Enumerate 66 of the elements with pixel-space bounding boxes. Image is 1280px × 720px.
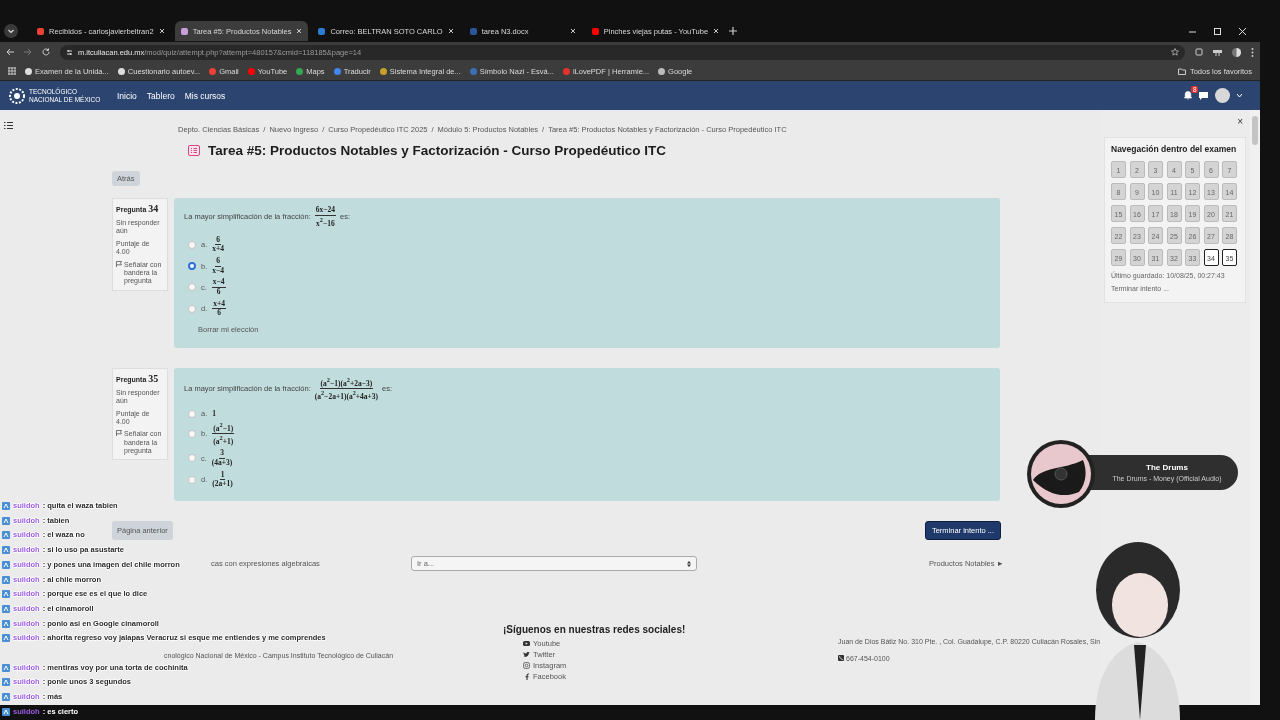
close-icon[interactable] <box>158 28 165 34</box>
bird-icon <box>523 650 530 658</box>
chat-badge-icon <box>2 531 10 540</box>
chat-badge-icon <box>2 693 10 702</box>
chat-badge-icon <box>2 663 10 672</box>
chat-badge-icon <box>2 590 10 599</box>
apps-grid-icon[interactable] <box>8 67 16 75</box>
chat-badge-icon <box>2 619 10 628</box>
radio-button[interactable] <box>188 262 196 271</box>
site-info-icon[interactable] <box>66 48 73 56</box>
radio-button[interactable] <box>188 283 196 292</box>
back-arrow-icon[interactable] <box>6 48 14 56</box>
drawer-title: Navegación dentro del examen <box>1111 144 1238 156</box>
social-heading: ¡Síguenos en nuestras redes sociales! <box>503 623 687 635</box>
select-arrows-icon <box>687 560 691 567</box>
close-icon[interactable] <box>569 28 576 34</box>
question-number: 35 <box>148 372 159 385</box>
chat-badge-icon <box>2 678 10 687</box>
radio-button[interactable] <box>188 429 196 438</box>
track-artist: The Drums <box>1146 463 1188 472</box>
close-icon[interactable] <box>296 28 303 34</box>
bell-icon[interactable] <box>1184 91 1192 100</box>
scrollbar[interactable] <box>1250 110 1260 705</box>
plus-icon[interactable] <box>729 27 738 35</box>
question-number: 34 <box>148 203 159 215</box>
chat-badge-icon <box>2 560 10 569</box>
extension-icon[interactable] <box>1195 48 1203 56</box>
folder-icon <box>1177 67 1186 75</box>
phone-icon <box>838 655 844 662</box>
profile-icon[interactable] <box>1232 47 1241 57</box>
user-avatar[interactable] <box>1215 88 1230 103</box>
play-button-icon <box>523 639 530 647</box>
nav-link[interactable]: Inicio <box>117 90 137 101</box>
nav-link[interactable]: Tablero <box>146 90 175 101</box>
radio-button[interactable] <box>188 409 196 418</box>
caret-icon[interactable] <box>1237 94 1242 97</box>
chat-badge-icon <box>2 546 10 555</box>
chat-bubble-icon[interactable] <box>1199 91 1208 100</box>
chat-badge-icon <box>2 575 10 584</box>
chat-badge-icon <box>2 516 10 525</box>
radio-button[interactable] <box>188 475 196 484</box>
drawer-toggle-icon[interactable] <box>4 122 13 129</box>
radio-button[interactable] <box>188 240 196 249</box>
close-icon[interactable] <box>1239 27 1246 35</box>
chat-badge-icon <box>2 708 10 716</box>
tab-search-icon[interactable] <box>4 24 18 38</box>
radio-button[interactable] <box>188 454 196 463</box>
chat-badge-icon <box>2 634 10 643</box>
reload-icon[interactable] <box>42 48 50 56</box>
star-icon[interactable] <box>1171 48 1179 56</box>
letter-f-icon <box>523 672 530 680</box>
page-title: Tarea #5: Productos Notables y Factorización - Curso Propedéutico ITC <box>208 143 667 158</box>
close-icon[interactable] <box>713 28 720 34</box>
forward-arrow-icon[interactable] <box>24 48 32 56</box>
more-icon[interactable] <box>1251 47 1254 57</box>
restore-icon[interactable] <box>1214 27 1221 35</box>
nav-link[interactable]: Mis cursos <box>184 90 226 101</box>
chat-badge-icon <box>2 604 10 613</box>
close-button[interactable]: × <box>1234 116 1246 127</box>
close-icon[interactable] <box>447 28 454 34</box>
flag-icon[interactable] <box>116 260 122 267</box>
chat-badge-icon <box>2 502 10 510</box>
flag-icon[interactable] <box>116 430 122 437</box>
assignment-icon <box>188 145 200 156</box>
radio-button[interactable] <box>188 304 196 313</box>
camera-icon <box>523 661 530 669</box>
